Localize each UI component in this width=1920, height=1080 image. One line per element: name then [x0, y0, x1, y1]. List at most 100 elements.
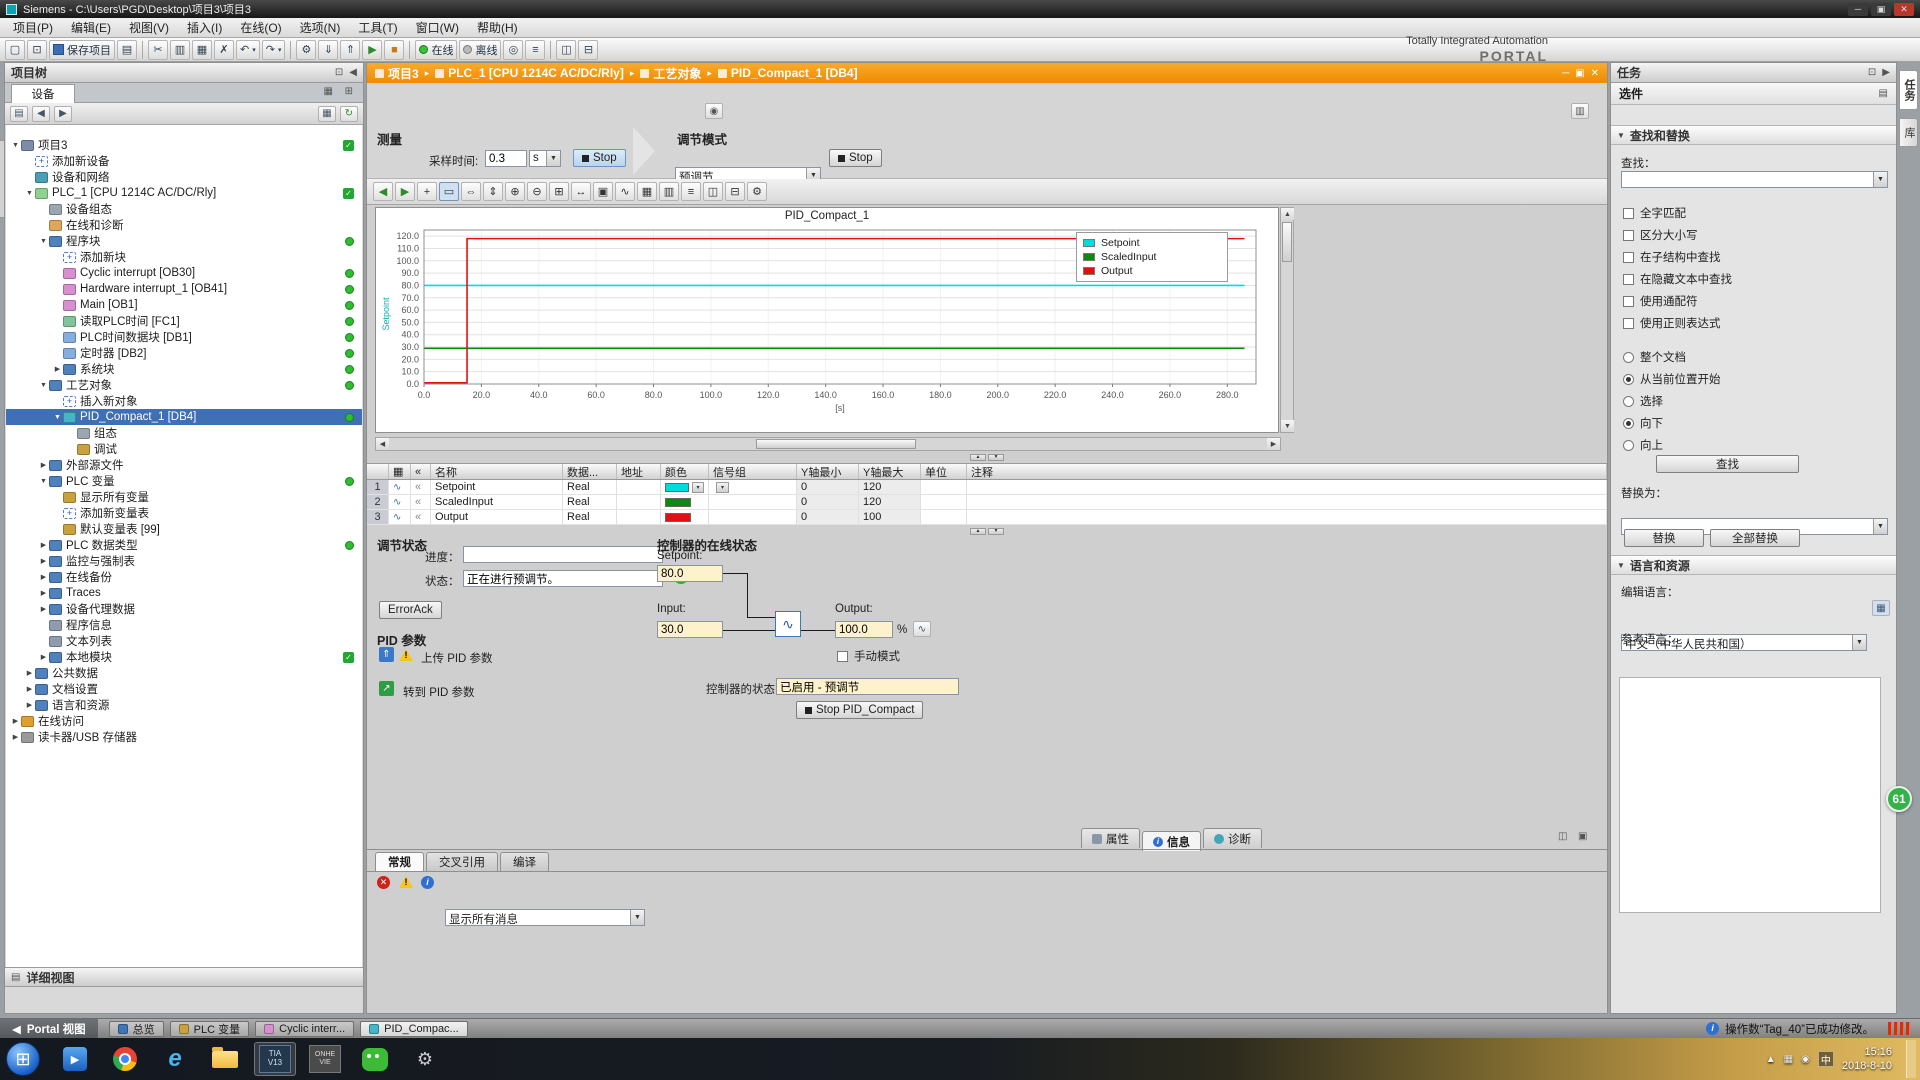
tree-item[interactable]: ▶文档设置 — [6, 681, 362, 697]
start-cpu-icon[interactable]: ▶ — [362, 40, 382, 60]
tree-item[interactable]: ▶外部源文件 — [6, 457, 362, 473]
replace-button[interactable]: 替换 — [1624, 529, 1704, 547]
menu-item[interactable]: 编辑(E) — [62, 17, 120, 38]
column-header[interactable]: 地址 — [617, 464, 661, 479]
tree-item[interactable]: Main [OB1] — [6, 297, 362, 313]
tree-item[interactable]: +添加新变量表 — [6, 505, 362, 521]
tree-item[interactable]: ▶在线备份 — [6, 569, 362, 585]
tray-network-icon[interactable]: ▦ — [1784, 1054, 1793, 1065]
column-header[interactable]: 单位 — [921, 464, 967, 479]
dock-icon[interactable]: ◫ — [1558, 831, 1567, 842]
find-option[interactable]: 使用通配符 — [1623, 293, 1698, 309]
print-icon[interactable]: ▤ — [117, 40, 137, 60]
find-radio[interactable]: 整个文档 — [1623, 349, 1686, 365]
column-header[interactable]: 信号组 — [709, 464, 797, 479]
tree-item[interactable]: 在线和诊断 — [6, 217, 362, 233]
setpoint-field[interactable] — [657, 565, 723, 582]
expander-icon[interactable]: ▶ — [10, 717, 21, 725]
output-field[interactable] — [835, 621, 893, 638]
zoom-out-icon[interactable]: ⊖ — [527, 182, 547, 201]
grid-icon[interactable]: ▦ — [637, 182, 657, 201]
goto-pid-icon[interactable]: ↗ — [379, 681, 394, 696]
list-view-icon[interactable]: ⊞ — [345, 86, 353, 97]
file-explorer-icon[interactable] — [204, 1042, 246, 1076]
tree-item[interactable]: 设备和网络 — [6, 169, 362, 185]
options-menu-icon[interactable]: ▤ — [1879, 88, 1888, 99]
tree-item[interactable]: +插入新对象 — [6, 393, 362, 409]
open-editor-button[interactable]: 总览 — [109, 1021, 164, 1037]
menu-item[interactable]: 插入(I) — [178, 17, 231, 38]
expander-icon[interactable]: ▶ — [38, 653, 49, 661]
open-editor-button[interactable]: PLC 变量 — [170, 1021, 249, 1037]
chrome-icon[interactable] — [104, 1042, 146, 1076]
tree-item[interactable]: ▶系统块 — [6, 361, 362, 377]
find-radio[interactable]: 选择 — [1623, 393, 1663, 409]
zoom-horizontal-icon[interactable]: ⇔ — [461, 182, 481, 201]
go-online-button[interactable]: 在线 — [415, 40, 457, 60]
warnings-filter-icon[interactable]: ! — [399, 876, 413, 888]
stop-pid-button[interactable]: Stop PID_Compact — [796, 701, 923, 719]
input-field[interactable] — [657, 621, 723, 638]
menu-item[interactable]: 工具(T) — [349, 17, 406, 38]
stretch-icon[interactable]: ↔ — [571, 182, 591, 201]
upload-from-device-icon[interactable]: ⇑ — [340, 40, 360, 60]
tuning-stop-button[interactable]: Stop — [829, 149, 882, 167]
export-icon[interactable]: ▥ — [1571, 103, 1589, 119]
tree-item[interactable]: ▼PID_Compact_1 [DB4] — [6, 409, 362, 425]
tree-item[interactable]: ▶在线访问 — [6, 713, 362, 729]
expander-icon[interactable]: ▼ — [38, 382, 49, 389]
paste-icon[interactable]: ▦ — [192, 40, 212, 60]
column-header[interactable]: Y轴最大 — [859, 464, 921, 479]
menu-item[interactable]: 在线(O) — [231, 17, 290, 38]
language-indicator[interactable]: 中 — [1818, 1051, 1834, 1067]
tree-item[interactable]: ▶监控与强制表 — [6, 553, 362, 569]
snapshot-icon[interactable]: ◉ — [705, 103, 723, 119]
open-project-icon[interactable]: ⊡ — [27, 40, 47, 60]
menu-item[interactable]: 选项(N) — [291, 17, 350, 38]
side-tab-库[interactable]: 库 — [1899, 118, 1918, 147]
manual-value-icon[interactable]: ∿ — [913, 621, 931, 637]
back-icon[interactable]: ◀ — [373, 182, 393, 201]
maximize-button[interactable]: ▣ — [1871, 3, 1891, 16]
splitter-down-icon[interactable]: ▼ — [988, 528, 1004, 535]
collapse-right-icon[interactable]: ▶ — [1882, 67, 1890, 78]
minimize-button[interactable]: ─ — [1848, 3, 1868, 16]
columns-icon[interactable]: ▥ — [659, 182, 679, 201]
settings-icon[interactable]: ⚙ — [747, 182, 767, 201]
portal-view-button[interactable]: ◀ Portal 视图 — [0, 1019, 98, 1039]
upload-pid-link[interactable]: 上传 PID 参数 — [421, 650, 493, 666]
tree-item[interactable]: +添加新设备 — [6, 153, 362, 169]
editor-maximize-icon[interactable]: ▣ — [1575, 68, 1584, 79]
forward-icon[interactable]: ▶ — [395, 182, 415, 201]
tray-volume-icon[interactable]: ◉ — [1801, 1054, 1810, 1065]
signal-row[interactable]: 1∿«SetpointReal▾▾0120 — [367, 480, 1607, 495]
breadcrumb-item[interactable]: PID_Compact_1 [DB4] — [731, 66, 858, 80]
sampling-unit-dropdown[interactable]: s ▼ — [529, 150, 561, 167]
media-app-icon[interactable]: ▶ — [54, 1042, 96, 1076]
tree-item[interactable]: 程序信息 — [6, 617, 362, 633]
detail-view-bar[interactable]: ▤ 详细视图 — [5, 967, 363, 987]
expander-icon[interactable]: ▶ — [38, 461, 49, 469]
console-tab[interactable]: 交叉引用 — [426, 852, 498, 871]
scroll-right-icon[interactable]: ▶ — [1267, 438, 1280, 450]
tree-item[interactable]: 默认变量表 [99] — [6, 521, 362, 537]
expander-icon[interactable]: ▶ — [38, 573, 49, 581]
message-filter-dropdown[interactable]: 显示所有消息 ▼ — [445, 909, 645, 926]
breadcrumb-item[interactable]: 工艺对象 — [653, 65, 701, 82]
viewer-app-icon[interactable]: ONHEVIE — [304, 1042, 346, 1076]
tree-item[interactable]: PLC时间数据块 [DB1] — [6, 329, 362, 345]
fit-view-icon[interactable]: ⊞ — [549, 182, 569, 201]
chart-vertical-scrollbar[interactable]: ▲ ▼ — [1280, 207, 1294, 433]
menu-item[interactable]: 视图(V) — [120, 17, 178, 38]
expander-icon[interactable]: ▶ — [24, 685, 35, 693]
replace-all-button[interactable]: 全部替换 — [1710, 529, 1800, 547]
find-option[interactable]: 在子结构中查找 — [1623, 249, 1721, 265]
split-horizontal-icon[interactable]: ◫ — [556, 40, 576, 60]
notification-badge[interactable]: 61 — [1886, 786, 1912, 812]
error-ack-button[interactable]: ErrorAck — [379, 601, 442, 619]
wechat-icon[interactable] — [354, 1042, 396, 1076]
tools-app-icon[interactable]: ⚙ — [404, 1042, 446, 1076]
find-button[interactable]: 查找 — [1656, 455, 1799, 473]
signal-group-cell[interactable] — [709, 510, 797, 524]
tree-item[interactable]: ▶Traces — [6, 585, 362, 601]
